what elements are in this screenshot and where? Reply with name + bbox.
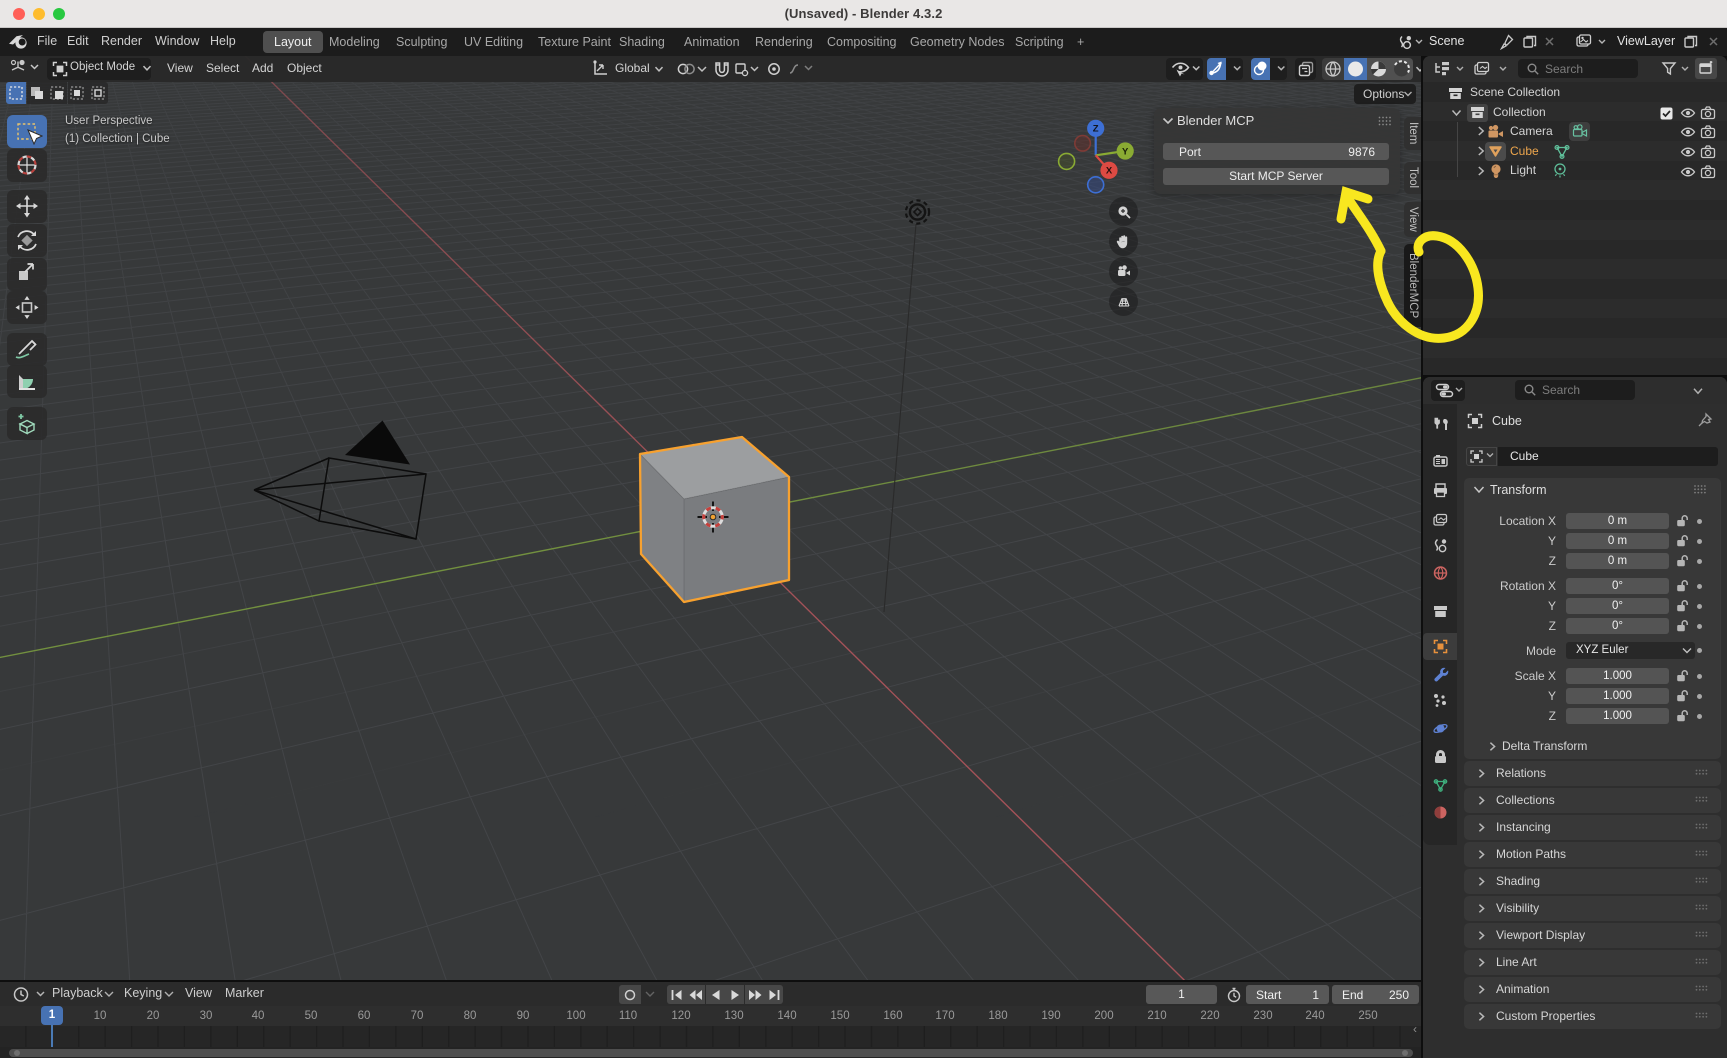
svg-text:X: X [1106,166,1113,177]
svg-text:Y: Y [1122,146,1129,157]
svg-text:Z: Z [1093,124,1099,135]
